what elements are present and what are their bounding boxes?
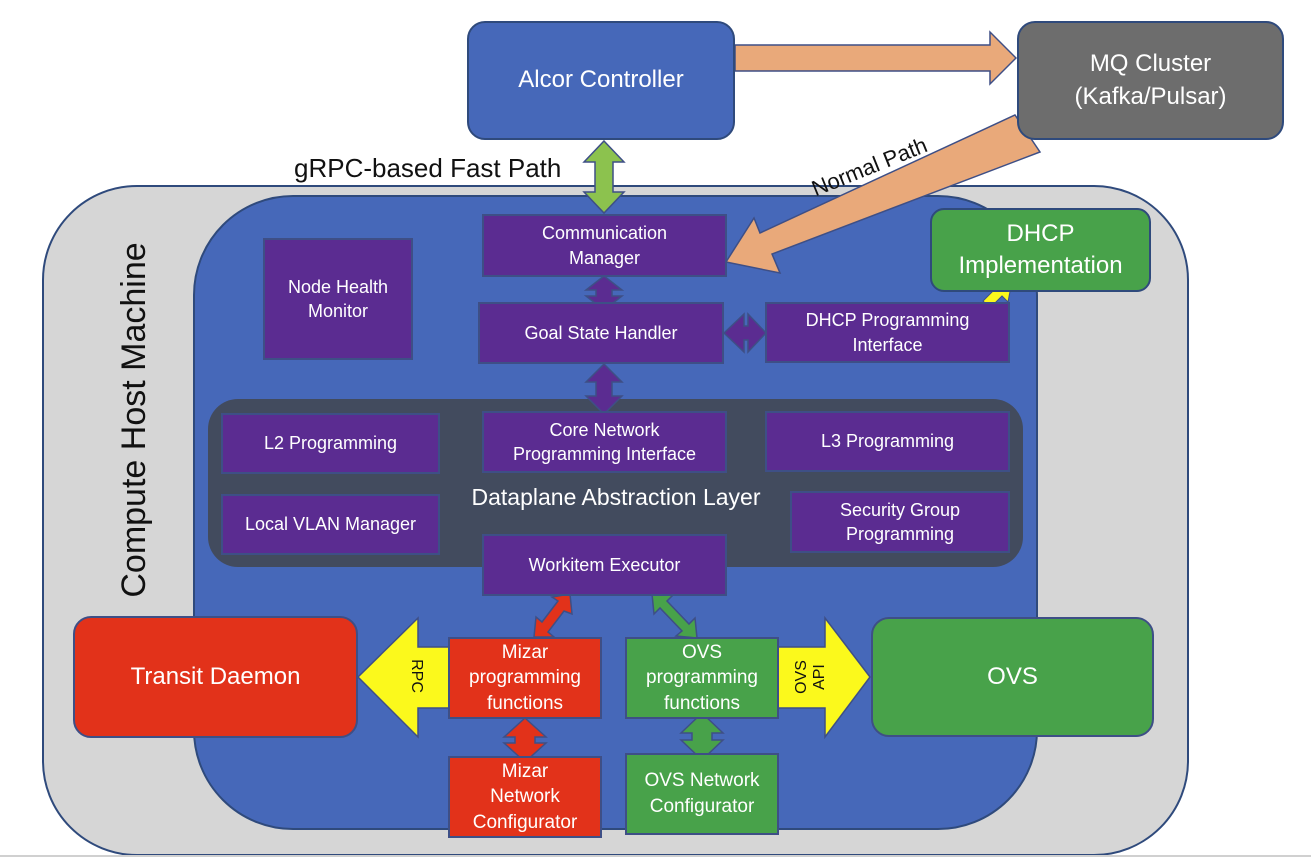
fast-path-arrow [582, 139, 626, 215]
goal-dhcp-arrow [722, 312, 768, 354]
dhcp-implementation: DHCP Implementation [930, 208, 1151, 292]
mizar-network-configurator: Mizar Network Configurator [448, 756, 602, 838]
l3-programming: L3 Programming [765, 411, 1010, 472]
bottom-divider [0, 855, 1311, 857]
communication-manager: Communication Manager [482, 214, 727, 277]
goal-state-handler: Goal State Handler [478, 302, 724, 364]
ovs: OVS [871, 617, 1154, 737]
mq-cluster: MQ Cluster (Kafka/Pulsar) [1017, 21, 1284, 140]
alcor-controller: Alcor Controller [467, 21, 735, 140]
fast-path-label: gRPC-based Fast Path [294, 153, 562, 183]
dhcp-programming-interface: DHCP Programming Interface [765, 302, 1010, 363]
local-vlan-manager: Local VLAN Manager [221, 494, 440, 555]
controller-to-mq-arrow [734, 30, 1018, 86]
workitem-ovs-arrow [651, 593, 698, 639]
l2-programming: L2 Programming [221, 413, 440, 474]
mizar-programming-functions: Mizar programming functions [448, 637, 602, 719]
goal-core-arrow [584, 362, 624, 416]
ovs-programming-functions: OVS programming functions [625, 637, 779, 719]
workitem-mizar-arrow [533, 593, 573, 638]
transit-daemon: Transit Daemon [73, 616, 358, 738]
security-group-programming: Security Group Programming [790, 491, 1010, 553]
ovs-api-label: OVS API [793, 660, 828, 694]
rpc-label: RPC [407, 659, 425, 693]
ovs-network-configurator: OVS Network Configurator [625, 753, 779, 835]
workitem-executor: Workitem Executor [482, 534, 727, 596]
core-network-programming-interface: Core Network Programming Interface [482, 411, 727, 473]
dataplane-abstraction-layer-label: Dataplane Abstraction Layer [471, 484, 761, 510]
rpc-arrow [356, 616, 451, 739]
node-health-monitor: Node Health Monitor [263, 238, 413, 360]
